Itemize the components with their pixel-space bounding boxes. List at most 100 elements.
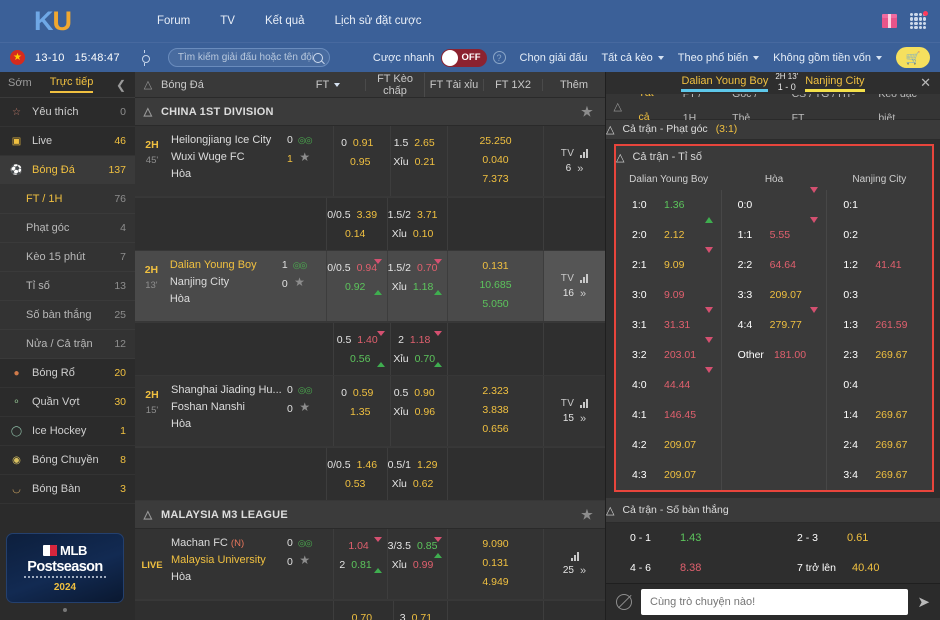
score-cell[interactable]: 0:4 [827,370,932,400]
nav-link-results[interactable]: Kết quả [265,15,305,27]
odds-value-draw[interactable]: 3.838 [482,404,508,420]
promo-banner[interactable]: MLB Postseason 2024 [6,533,124,612]
site-logo[interactable]: KU [34,6,72,37]
score-cell[interactable]: 3:0 9.09 [616,280,721,310]
odds-totals[interactable]: 1.5/2 0.70 Xỉu 1.18 [386,251,447,321]
match-sub-odds-row[interactable]: 0/0.5 1.46 0.53 0.5/1 1.29 Xỉu 0.62 [135,447,605,501]
odds-value-away[interactable]: 4.949 [482,576,508,592]
score-cell[interactable]: 2:2 64.64 [722,250,827,280]
score-cell[interactable]: 2:0 2.12 [616,220,721,250]
match-media[interactable]: TV 6 » [543,126,605,196]
sidebar-tab-live[interactable]: Trực tiếp [49,76,94,93]
promo-card[interactable]: MLB Postseason 2024 [6,533,124,603]
goals-cell[interactable]: 4 - 6 8.38 [606,553,773,583]
odds-cell[interactable]: Xỉu 0.62 [388,474,447,493]
chat-input-wrapper[interactable] [641,589,909,616]
odds-totals[interactable]: 1.5 2.65 Xỉu 0.21 [390,126,447,196]
odds-cell[interactable]: Xỉu 1.18 [388,277,447,296]
odds-cell[interactable]: 0 0.91 [334,133,390,152]
star-icon[interactable]: ★ [581,104,593,120]
expand-icon[interactable]: » [577,163,583,175]
chevron-left-icon[interactable]: ❮ [116,78,126,92]
stats-icon[interactable] [580,273,589,283]
odds-cell[interactable]: 2 0.81 [334,555,387,574]
score-cell[interactable]: 2:1 9.09 [616,247,721,280]
odds-totals[interactable]: 0.5 0.90 Xỉu 0.96 [390,376,447,446]
odds-cell[interactable]: Xỉu 0.96 [391,402,447,421]
header-ft-selector[interactable]: FT [291,78,366,91]
score-cell[interactable]: 1:4 269.67 [827,400,932,430]
chevron-up-icon[interactable]: △ [606,100,629,113]
chevron-up-icon[interactable]: △ [606,123,614,136]
close-icon[interactable]: ✕ [920,75,931,91]
carousel-dots[interactable] [6,608,124,612]
score-cell[interactable]: 1:1 5.55 [722,217,827,250]
odds-value-home[interactable]: 2.323 [482,385,508,401]
match-row[interactable]: 2H 15' Shanghai Jiading Hu... Foshan Nan… [135,376,605,447]
score-cell[interactable]: 1:3 261.59 [827,310,932,340]
odds-value-home[interactable]: 9.090 [482,538,508,554]
odds-handicap[interactable]: 1.04 2 0.81 [333,529,387,599]
sidebar-item-total-goals[interactable]: Số bàn thắng 25 [0,301,135,330]
score-cell[interactable]: 2:3 269.67 [827,340,932,370]
stats-icon[interactable] [580,148,589,158]
sidebar-item-football[interactable]: ⚽ Bóng Đá 137 [0,156,135,185]
section-total-goals[interactable]: △ Cả trận - Số bàn thắng [606,498,940,524]
chat-input[interactable] [650,596,900,609]
search-box[interactable] [167,48,330,67]
odds-value-away[interactable]: 5.050 [482,298,508,314]
odds-cell[interactable]: 3 0.71 [394,608,447,620]
score-cell[interactable]: Other 181.00 [722,340,827,370]
odds-totals[interactable]: 3/3.5 0.85 Xỉu 0.99 [386,529,447,599]
odds-cell[interactable]: 2 1.18 [391,330,447,349]
odds-cell[interactable]: 0/0.5 3.39 [327,205,386,224]
filter-select-league[interactable]: Chọn giải đấu [520,52,588,64]
odds-cell[interactable]: 0.5 0.90 [391,383,447,402]
score-cell[interactable]: 0:0 [722,187,827,220]
star-icon[interactable]: ★ [294,275,305,289]
odds-value-home[interactable]: 0.131 [482,260,508,276]
goals-cell[interactable]: 0 - 1 1.43 [606,523,773,553]
quick-bet-toggle[interactable]: OFF [440,48,487,67]
chevron-up-icon[interactable]: △ [135,508,161,521]
nav-link-tv[interactable]: TV [220,15,235,27]
score-cell[interactable]: 4:0 44.44 [616,367,721,400]
match-row[interactable]: LIVE Machan FC (N) Malaysia University H… [135,529,605,600]
score-cell[interactable]: 1:2 41.41 [827,250,932,280]
match-sub-odds-row[interactable]: 0/0.5 3.39 0.14 1.5/2 3.71 Xỉu 0.10 [135,197,605,251]
score-cell[interactable]: 3:3 209.07 [722,280,827,310]
odds-cell[interactable]: Xỉu 0.99 [388,553,447,574]
chevron-up-icon[interactable]: △ [135,105,161,118]
score-cell[interactable]: 4:2 209.07 [616,430,721,460]
correct-score-header[interactable]: △ Cả trận - Tỉ số [616,146,932,168]
odds-value-draw[interactable]: 0.040 [482,154,508,170]
odds-cell[interactable]: 0.95 [334,152,390,171]
sidebar-item-15min[interactable]: Kèo 15 phút 7 [0,243,135,272]
odds-cell[interactable]: 0.70 [334,608,393,620]
odds-cell[interactable]: 0.92 [327,277,386,296]
odds-1x2[interactable]: 25.250 0.040 7.373 [447,126,543,196]
sidebar-item-ft-1h[interactable]: FT / 1H 76 [0,185,135,214]
expand-icon[interactable]: » [580,288,586,300]
question-icon[interactable]: ? [492,51,506,64]
odds-cell[interactable]: 1.5/2 3.71 [388,205,447,224]
odds-value-draw[interactable]: 0.131 [482,557,508,573]
match-sub-odds-row[interactable]: 0.5 1.40 0.56 2 1.18 Xỉu 0.70 [135,322,605,376]
odds-cell[interactable]: Xỉu 0.10 [388,224,447,243]
chevron-up-icon[interactable]: △ [135,78,161,91]
chevron-up-icon[interactable]: △ [606,504,614,517]
bet-slip-cart-button[interactable]: 🛒 [896,47,930,68]
sidebar-item-tennis[interactable]: ⚬ Quần Vợt 30 [0,388,135,417]
filter-popular[interactable]: Theo phổ biến [678,52,760,64]
sidebar-item-volleyball[interactable]: ◉ Bóng Chuyền 8 [0,446,135,475]
sidebar-item-corners[interactable]: Phạt góc 4 [0,214,135,243]
league-header-china[interactable]: △ CHINA 1ST DIVISION ★ [135,98,605,126]
send-icon[interactable]: ➤ [917,593,930,611]
odds-handicap-alt[interactable]: 0.70 2/2.5 1.15 [333,601,393,620]
match-media[interactable]: TV 16 » [543,251,605,321]
odds-cell[interactable]: 0.56 [334,349,390,368]
odds-cell[interactable]: 0/0.5 1.46 [327,455,386,474]
score-cell[interactable]: 3:2 203.01 [616,337,721,370]
odds-cell[interactable]: 1.5/2 0.70 [388,258,447,277]
apps-grid-icon[interactable] [910,11,928,29]
